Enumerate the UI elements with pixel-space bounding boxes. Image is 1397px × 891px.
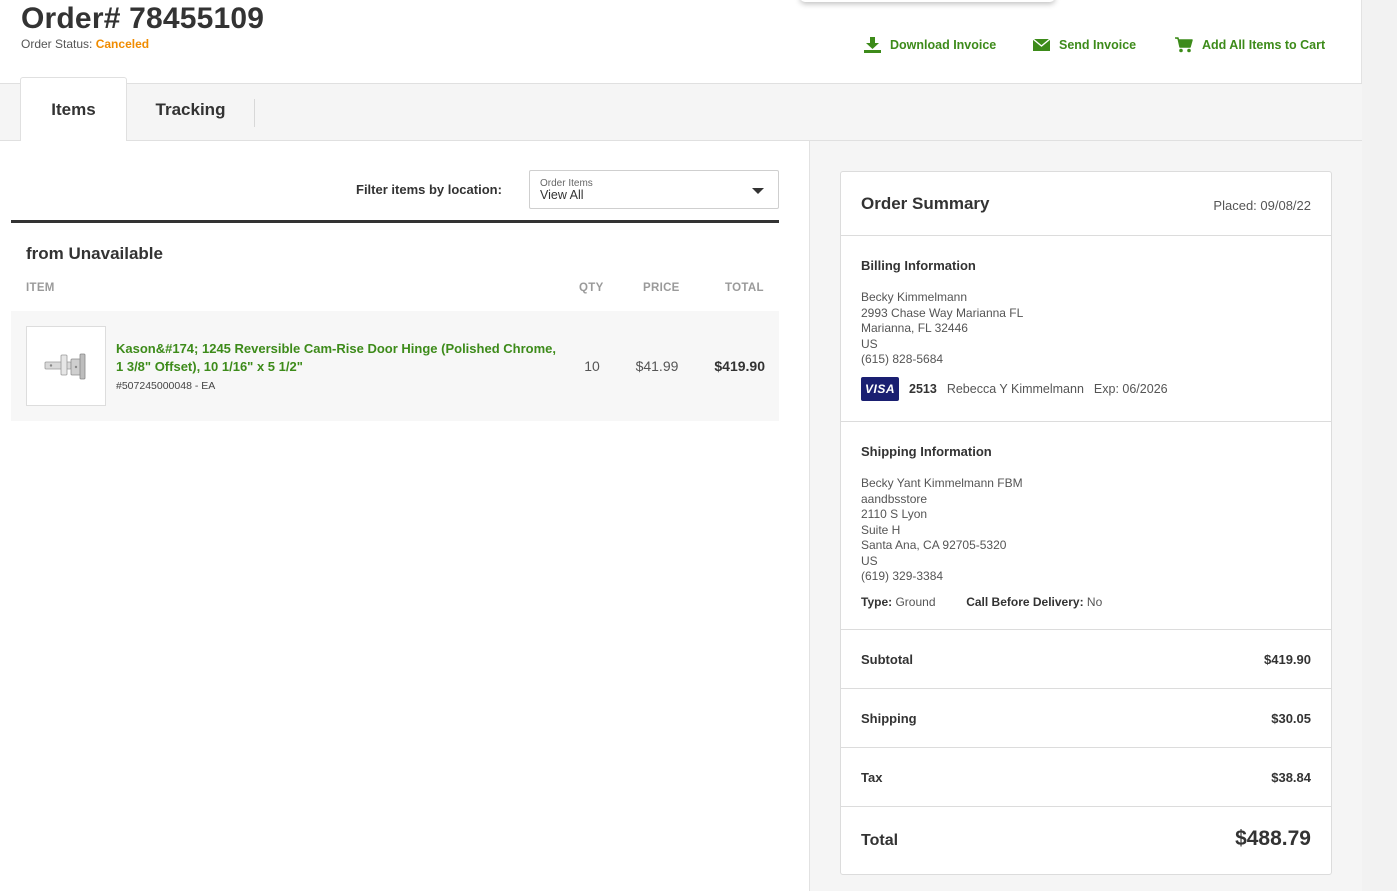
order-status: Order Status: Canceled xyxy=(21,37,149,51)
billing-line: 2993 Chase Way Marianna FL xyxy=(861,305,1024,320)
call-before-delivery-value: No xyxy=(1086,595,1103,609)
location-filter-select[interactable]: Order Items View All xyxy=(529,170,779,209)
billing-address: Becky Kimmelmann 2993 Chase Way Marianna… xyxy=(861,290,1023,368)
billing-title: Billing Information xyxy=(861,258,976,273)
card-holder-name: Rebecca Y Kimmelmann xyxy=(946,382,1084,396)
shipping-title: Shipping Information xyxy=(861,444,992,459)
page-title: Order# 78455109 xyxy=(21,2,265,35)
item-group-title: from Unavailable xyxy=(26,244,163,263)
billing-line: US xyxy=(861,336,878,351)
shipping-line: aandbsstore xyxy=(861,491,928,506)
shipping-cost-label: Shipping xyxy=(861,711,917,726)
column-header-item: ITEM xyxy=(26,282,55,294)
shipping-meta: Type: Ground Call Before Delivery: No xyxy=(861,595,1102,609)
call-before-delivery-label: Call Before Delivery: xyxy=(966,595,1084,609)
tax-label: Tax xyxy=(861,770,883,785)
order-status-value: Canceled xyxy=(95,37,150,51)
item-qty: 10 xyxy=(584,358,600,374)
column-header-total: TOTAL xyxy=(725,282,764,294)
item-sku: #507245000048 - EA xyxy=(116,380,216,392)
tax-row: Tax $38.84 xyxy=(841,748,1331,807)
visa-card-icon: VISA xyxy=(861,377,899,401)
cart-icon xyxy=(1174,36,1194,54)
subtotal-row: Subtotal $419.90 xyxy=(841,630,1331,689)
tab-items[interactable]: Items xyxy=(20,77,127,142)
tab-tracking[interactable]: Tracking xyxy=(127,77,254,142)
item-price: $41.99 xyxy=(635,358,679,374)
billing-line: Becky Kimmelmann xyxy=(861,290,968,304)
download-invoice-label: Download Invoice xyxy=(890,38,997,52)
tab-tracking-label: Tracking xyxy=(155,99,226,119)
shipping-line: (619) 329-3384 xyxy=(861,569,944,583)
total-label: Total xyxy=(861,832,899,849)
shipping-address: Becky Yant Kimmelmann FBM aandbsstore 21… xyxy=(861,476,1023,585)
summary-title: Order Summary xyxy=(861,194,990,213)
item-name-link[interactable]: Kason&#174; 1245 Reversible Cam-Rise Doo… xyxy=(116,340,556,376)
page-gutter xyxy=(1362,0,1397,891)
tax-amount: $38.84 xyxy=(1271,770,1311,785)
hinge-image xyxy=(44,353,86,380)
order-summary-card: Order Summary Placed: 09/08/22 Billing I… xyxy=(840,171,1332,875)
summary-header: Order Summary Placed: 09/08/22 xyxy=(841,172,1331,236)
envelope-icon xyxy=(1031,36,1051,54)
download-icon xyxy=(862,36,882,54)
billing-line: (615) 828-5684 xyxy=(861,352,944,366)
shipping-type-value: Ground xyxy=(895,595,936,609)
product-thumbnail[interactable] xyxy=(26,326,106,406)
tab-items-label: Items xyxy=(51,99,96,119)
item-row: Kason&#174; 1245 Reversible Cam-Rise Doo… xyxy=(11,311,779,421)
caret-down-icon xyxy=(752,188,764,194)
tab-bar: Items Tracking xyxy=(0,77,1362,142)
card-last4: 2513 xyxy=(909,382,937,396)
total-row: Total $488.79 xyxy=(841,807,1331,875)
shipping-section: Shipping Information Becky Yant Kimmelma… xyxy=(841,422,1331,630)
column-header-qty: QTY xyxy=(579,282,604,294)
add-all-to-cart-button[interactable]: Add All Items to Cart xyxy=(1174,36,1325,54)
shipping-line: Santa Ana, CA 92705-5320 xyxy=(861,538,1007,552)
item-total: $419.90 xyxy=(714,358,765,374)
column-header-price: PRICE xyxy=(643,282,680,294)
add-all-to-cart-label: Add All Items to Cart xyxy=(1202,38,1326,52)
popup-edge xyxy=(800,0,1055,2)
shipping-line: Becky Yant Kimmelmann FBM xyxy=(861,476,1023,490)
subtotal-amount: $419.90 xyxy=(1264,652,1311,667)
shipping-cost-amount: $30.05 xyxy=(1271,711,1311,726)
filter-label: Filter items by location: xyxy=(356,182,502,197)
send-invoice-label: Send Invoice xyxy=(1059,38,1137,52)
order-status-label: Order Status: xyxy=(21,37,93,51)
send-invoice-button[interactable]: Send Invoice xyxy=(1031,36,1136,54)
shipping-row: Shipping $30.05 xyxy=(841,689,1331,748)
shipping-line: Suite H xyxy=(861,522,901,537)
shipping-type-label: Type: xyxy=(861,595,893,609)
billing-section: Billing Information Becky Kimmelmann 299… xyxy=(841,236,1331,422)
shipping-line: 2110 S Lyon xyxy=(861,507,928,521)
section-rule xyxy=(11,220,779,223)
shipping-line: US xyxy=(861,553,878,568)
billing-line: Marianna, FL 32446 xyxy=(861,321,968,335)
placed-date: Placed: 09/08/22 xyxy=(1213,198,1311,213)
card-expiry: Exp: 06/2026 xyxy=(1093,382,1168,396)
payment-card: VISA 2513 Rebecca Y Kimmelmann Exp: 06/2… xyxy=(861,377,1168,401)
total-amount: $488.79 xyxy=(1235,827,1311,850)
download-invoice-button[interactable]: Download Invoice xyxy=(862,36,996,54)
tab-divider xyxy=(254,99,255,127)
subtotal-label: Subtotal xyxy=(861,652,913,667)
filter-select-value: View All xyxy=(540,188,584,202)
